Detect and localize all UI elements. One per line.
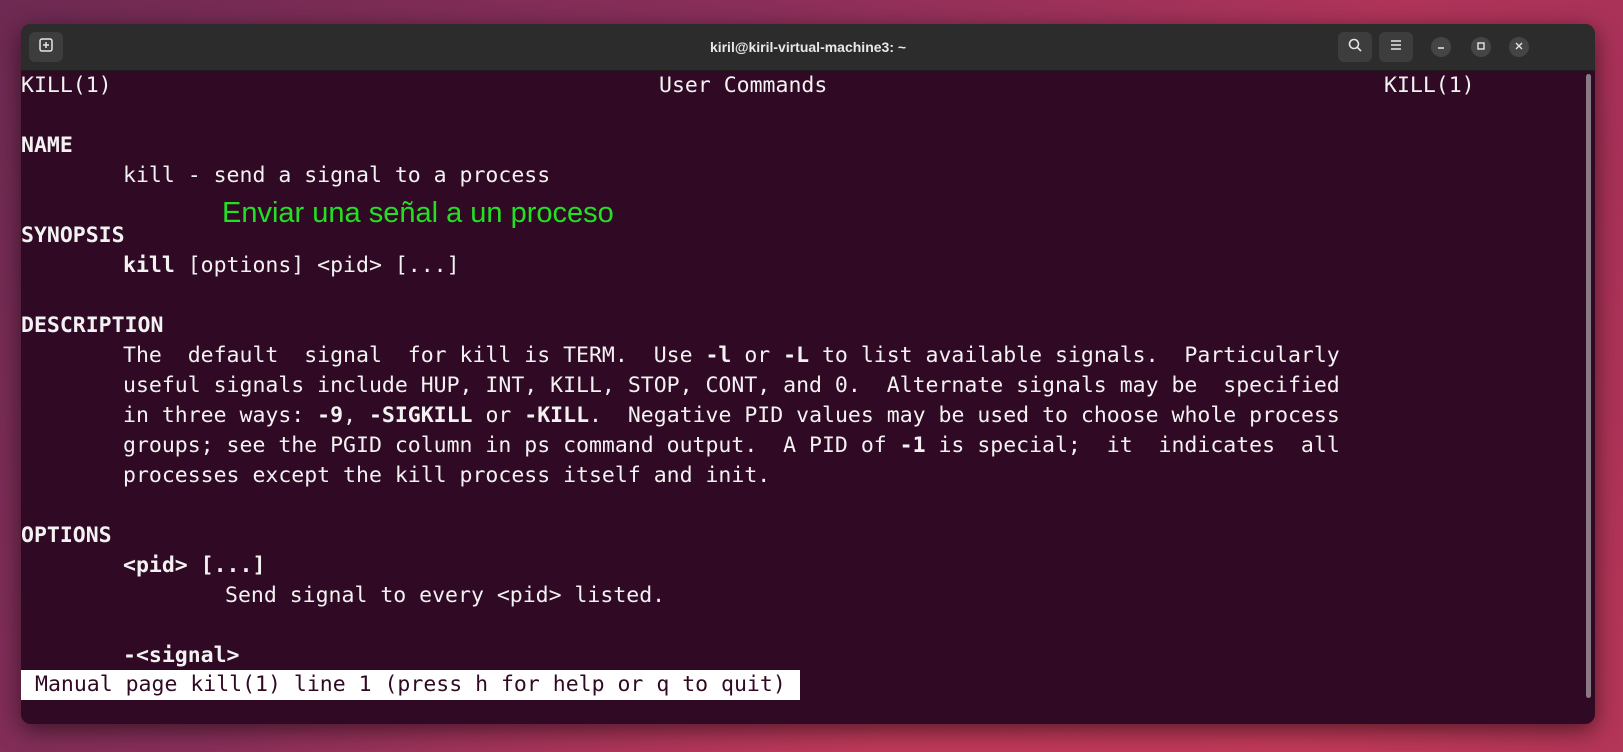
- flag-sigkill: -SIGKILL: [368, 403, 473, 428]
- title-bar: kiril@kiril-virtual-machine3: ~: [21, 24, 1595, 71]
- terminal-content[interactable]: KILL(1) User Commands KILL(1) NAME kill …: [21, 71, 1581, 724]
- flag-9: -9: [317, 403, 344, 428]
- description-line-4: groups; see the PGID column in ps comman…: [123, 431, 1340, 461]
- menu-button[interactable]: [1379, 32, 1413, 62]
- text-segment: in three ways:: [123, 403, 318, 428]
- man-header-left: KILL(1): [21, 73, 112, 98]
- section-heading-synopsis: SYNOPSIS: [21, 223, 125, 248]
- section-heading-name: NAME: [21, 133, 73, 158]
- minimize-button[interactable]: [1431, 37, 1451, 57]
- option-pid-description: Send signal to every <pid> listed.: [225, 583, 666, 608]
- flag-kill: -KILL: [524, 403, 590, 428]
- search-icon: [1347, 37, 1363, 58]
- description-line-1: The default signal for kill is TERM. Use…: [123, 341, 1340, 371]
- text-segment: to list available signals. Particularly: [809, 343, 1340, 368]
- terminal-window: kiril@kiril-virtual-machine3: ~ KILL(1) …: [21, 24, 1595, 724]
- man-header-right: KILL(1): [1384, 73, 1475, 98]
- maximize-icon: [1476, 38, 1486, 56]
- description-line-5: processes except the kill process itself…: [123, 463, 771, 488]
- scrollbar[interactable]: [1586, 74, 1591, 698]
- synopsis-arguments: [options] <pid> [...]: [174, 253, 460, 278]
- name-text: kill - send a signal to a process: [123, 163, 551, 188]
- maximize-button[interactable]: [1471, 37, 1491, 57]
- option-pid: <pid> [...]: [123, 553, 266, 578]
- overlay-caption: Enviar una señal a un proceso: [222, 197, 614, 229]
- flag-minus-1: -1: [899, 433, 926, 458]
- man-header-center: User Commands: [659, 73, 828, 98]
- section-heading-description: DESCRIPTION: [21, 313, 164, 338]
- option-signal: -<signal>: [123, 643, 240, 668]
- text-segment: groups; see the PGID column in ps comman…: [123, 433, 900, 458]
- search-button[interactable]: [1338, 32, 1372, 62]
- synopsis-command: kill: [123, 253, 175, 278]
- description-line-3: in three ways: -9, -SIGKILL or -KILL. Ne…: [123, 401, 1340, 431]
- text-segment: . Negative PID values may be used to cho…: [589, 403, 1340, 428]
- close-button[interactable]: [1509, 37, 1529, 57]
- section-heading-options: OPTIONS: [21, 523, 112, 548]
- minimize-icon: [1436, 38, 1446, 56]
- flag-l: -l: [705, 343, 732, 368]
- pager-status-bar: Manual page kill(1) line 1 (press h for …: [21, 670, 800, 700]
- description-line-2: useful signals include HUP, INT, KILL, S…: [123, 373, 1340, 398]
- hamburger-menu-icon: [1388, 37, 1404, 58]
- text-segment: or: [472, 403, 525, 428]
- text-segment: ,: [343, 403, 369, 428]
- text-segment: The default signal for kill is TERM. Use: [123, 343, 706, 368]
- text-segment: is special; it indicates all: [925, 433, 1340, 458]
- text-segment: or: [731, 343, 784, 368]
- close-icon: [1514, 38, 1524, 56]
- synopsis-line: kill [options] <pid> [...]: [123, 251, 460, 281]
- flag-L: -L: [783, 343, 810, 368]
